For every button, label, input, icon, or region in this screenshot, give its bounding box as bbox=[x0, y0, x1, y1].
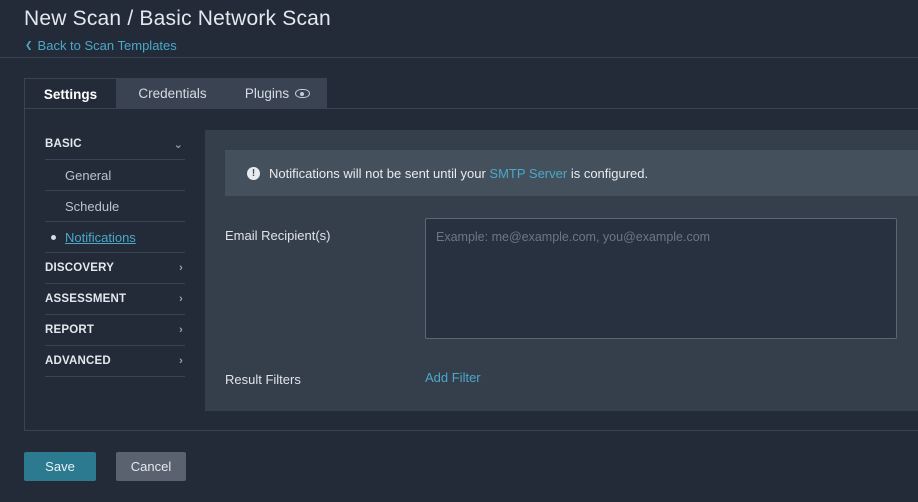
sidebar-item-label: Schedule bbox=[65, 198, 120, 214]
sidebar-section-advanced[interactable]: ADVANCED › bbox=[45, 346, 185, 377]
chevron-down-icon: ⌄ bbox=[173, 138, 183, 151]
sidebar-item-label: Notifications bbox=[65, 229, 136, 245]
back-to-templates-link[interactable]: ❮ Back to Scan Templates bbox=[25, 38, 177, 53]
sidebar-section-label: ADVANCED bbox=[45, 355, 111, 367]
header-divider bbox=[0, 57, 918, 58]
sidebar-section-basic[interactable]: BASIC ⌄ bbox=[45, 129, 185, 160]
email-recipients-label: Email Recipient(s) bbox=[225, 228, 331, 243]
notice-text-after: is configured. bbox=[570, 165, 649, 181]
settings-panel: BASIC ⌄ General Schedule Notifications D… bbox=[24, 108, 918, 431]
chevron-right-icon: › bbox=[179, 262, 183, 274]
result-filters-label: Result Filters bbox=[225, 372, 301, 387]
back-link-label: Back to Scan Templates bbox=[37, 38, 177, 53]
sidebar-section-label: ASSESSMENT bbox=[45, 293, 127, 305]
tab-plugins-label: Plugins bbox=[244, 86, 290, 101]
smtp-notice-banner: ! Notifications will not be sent until y… bbox=[225, 150, 918, 196]
chevron-left-icon: ❮ bbox=[25, 40, 33, 50]
smtp-server-link[interactable]: SMTP Server bbox=[489, 166, 567, 181]
sidebar-section-discovery[interactable]: DISCOVERY › bbox=[45, 253, 185, 284]
notifications-content: ! Notifications will not be sent until y… bbox=[205, 130, 918, 411]
sidebar-section-label: REPORT bbox=[45, 324, 95, 336]
save-button[interactable]: Save bbox=[24, 452, 96, 481]
info-icon: ! bbox=[247, 166, 260, 180]
sidebar-item-general[interactable]: General bbox=[45, 160, 185, 191]
chevron-right-icon: › bbox=[179, 355, 183, 367]
sidebar-section-label: DISCOVERY bbox=[45, 262, 115, 274]
sidebar-item-schedule[interactable]: Schedule bbox=[45, 191, 185, 222]
cancel-button[interactable]: Cancel bbox=[116, 452, 186, 481]
tab-plugins[interactable]: Plugins bbox=[228, 78, 327, 109]
email-recipients-input[interactable] bbox=[425, 218, 897, 339]
active-bullet-icon bbox=[51, 235, 56, 240]
sidebar-item-notifications[interactable]: Notifications bbox=[45, 222, 185, 253]
sidebar-section-assessment[interactable]: ASSESSMENT › bbox=[45, 284, 185, 315]
eye-icon bbox=[295, 89, 311, 98]
sidebar-section-label: BASIC bbox=[45, 138, 82, 150]
tab-settings[interactable]: Settings bbox=[24, 78, 117, 109]
tab-bar: Settings Credentials Plugins bbox=[24, 78, 327, 109]
chevron-right-icon: › bbox=[179, 324, 183, 336]
notice-text-before: Notifications will not be sent until you… bbox=[269, 165, 486, 181]
settings-sidebar: BASIC ⌄ General Schedule Notifications D… bbox=[45, 129, 185, 377]
tab-credentials[interactable]: Credentials bbox=[117, 78, 228, 109]
tab-settings-label: Settings bbox=[43, 86, 98, 102]
add-filter-link[interactable]: Add Filter bbox=[425, 370, 481, 385]
chevron-right-icon: › bbox=[179, 293, 183, 305]
sidebar-item-label: General bbox=[65, 167, 112, 183]
notice-text: Notifications will not be sent until you… bbox=[269, 166, 648, 181]
tab-credentials-label: Credentials bbox=[138, 86, 207, 101]
sidebar-section-report[interactable]: REPORT › bbox=[45, 315, 185, 346]
page-title: New Scan / Basic Network Scan bbox=[24, 7, 331, 30]
